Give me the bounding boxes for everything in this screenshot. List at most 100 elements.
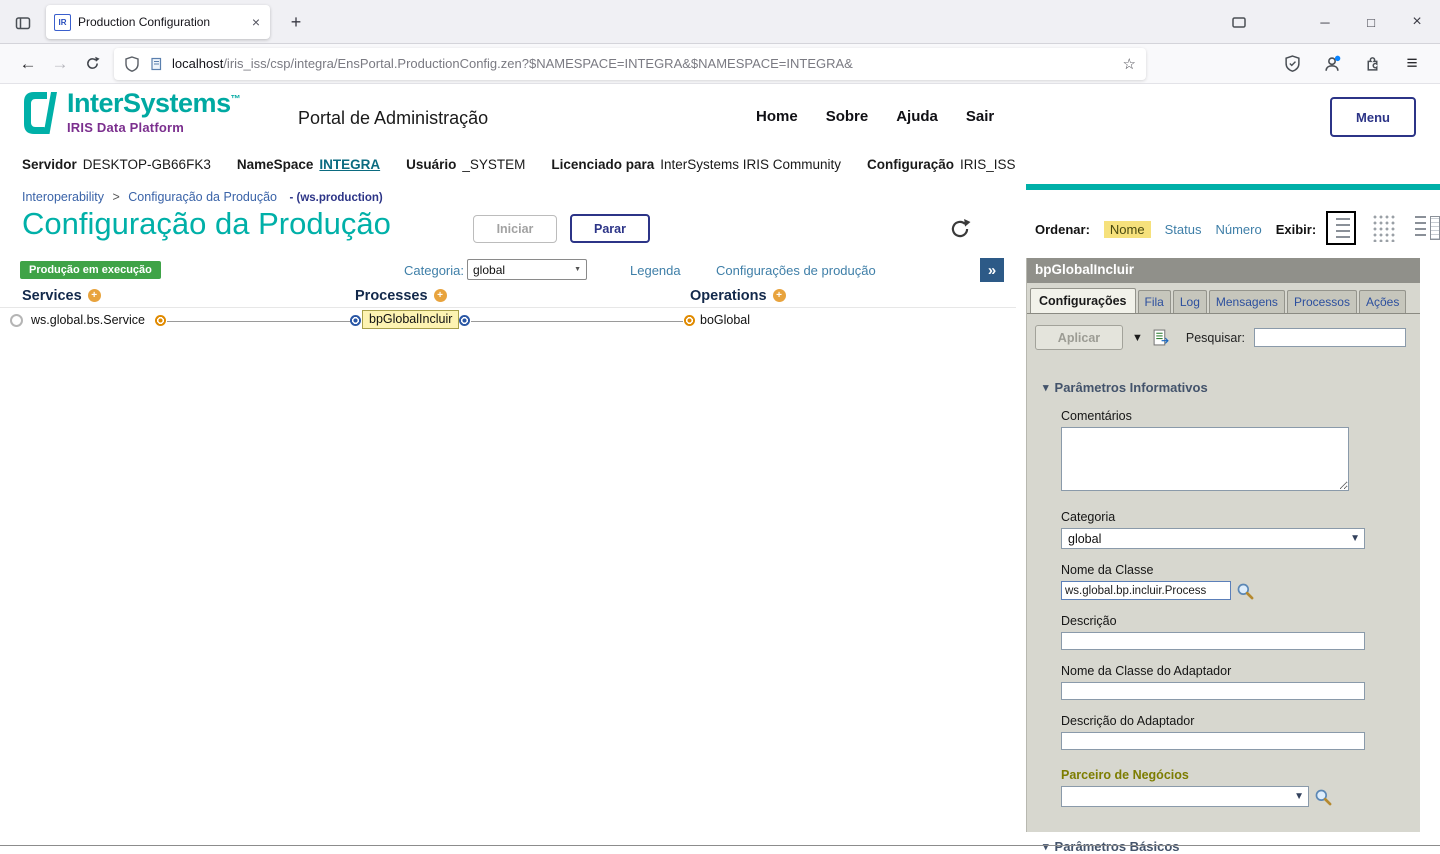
nav-sair[interactable]: Sair	[966, 108, 994, 125]
tab-log[interactable]: Log	[1173, 290, 1207, 313]
bookmark-star-icon[interactable]: ☆	[1123, 55, 1136, 73]
column-header-divider	[0, 307, 1016, 308]
site-info-icon[interactable]	[148, 56, 164, 72]
category-label: Categoria:	[404, 263, 464, 278]
service-connector-dot[interactable]	[155, 315, 166, 326]
view-list-button[interactable]	[1326, 211, 1356, 245]
portal-title: Portal de Administração	[298, 108, 488, 129]
chevron-down-icon: ▼	[574, 266, 581, 273]
category-field-select[interactable]: global ▼	[1061, 528, 1365, 549]
forward-icon[interactable]: →	[44, 48, 76, 80]
view-split-button[interactable]	[1412, 211, 1440, 245]
operation-connector-dot[interactable]	[684, 315, 695, 326]
operation-item-label[interactable]: boGlobal	[700, 313, 750, 327]
panel-tabs: Configurações Fila Log Mensagens Process…	[1027, 283, 1420, 314]
informative-fields: Comentários Categoria global ▼ Nome da C…	[1035, 409, 1412, 807]
maximize-icon[interactable]: □	[1348, 0, 1394, 44]
shield-icon[interactable]	[124, 56, 140, 72]
sort-area: Ordenar: Nome Status Número Exibir:	[1035, 221, 1316, 238]
tab-close-icon[interactable]: ×	[250, 14, 262, 30]
process-input-dot[interactable]	[350, 315, 361, 326]
adapter-class-input[interactable]	[1061, 682, 1365, 700]
export-icon[interactable]	[1152, 329, 1169, 346]
service-radio[interactable]	[10, 314, 23, 327]
tab-configuracoes[interactable]: Configurações	[1030, 288, 1136, 313]
processes-add-icon[interactable]: +	[434, 289, 447, 302]
nav-home[interactable]: Home	[756, 108, 798, 125]
panel-body: Aplicar ▼ Pesquisar: ▾ Parâmetros Inform…	[1027, 314, 1420, 854]
chevron-down-icon: ▼	[1294, 791, 1304, 802]
production-settings-link[interactable]: Configurações de produção	[716, 263, 876, 278]
actions-caret-icon[interactable]: ▼	[1132, 332, 1143, 344]
tab-mensagens[interactable]: Mensagens	[1209, 290, 1285, 313]
nav-ajuda[interactable]: Ajuda	[896, 108, 938, 125]
process-output-dot[interactable]	[459, 315, 470, 326]
business-partner-select[interactable]: ▼	[1061, 786, 1309, 807]
server-info-row: ServidorDESKTOP-GB66FK3 NameSpaceINTEGRA…	[22, 157, 1016, 172]
sort-option-status[interactable]: Status	[1165, 222, 1202, 237]
namespace-link[interactable]: INTEGRA	[319, 157, 380, 172]
section-informative[interactable]: ▾ Parâmetros Informativos	[1035, 380, 1412, 395]
section-collapse-icon: ▾	[1043, 840, 1049, 853]
reload-icon[interactable]	[76, 48, 108, 80]
breadcrumb-separator: >	[112, 190, 119, 204]
tab-title: Production Configuration	[78, 15, 243, 29]
start-button[interactable]: Iniciar	[473, 215, 557, 243]
portal-nav: Home Sobre Ajuda Sair	[756, 108, 994, 125]
account-icon[interactable]	[1316, 48, 1348, 80]
url-bar[interactable]: localhost/iris_iss/csp/integra/EnsPortal…	[114, 48, 1146, 80]
tab-overview-icon[interactable]	[1216, 0, 1262, 44]
teal-accent-strip	[1026, 184, 1440, 190]
adapter-description-input[interactable]	[1061, 732, 1365, 750]
tab-processos[interactable]: Processos	[1287, 290, 1357, 313]
comments-textarea[interactable]	[1061, 427, 1349, 491]
legend-link[interactable]: Legenda	[630, 263, 681, 278]
sort-option-nome[interactable]: Nome	[1104, 221, 1151, 238]
new-tab-button[interactable]: +	[282, 8, 310, 36]
description-input[interactable]	[1061, 632, 1365, 650]
business-partner-search-icon[interactable]	[1314, 788, 1332, 806]
protection-shield-icon[interactable]	[1276, 48, 1308, 80]
license-label: Licenciado para	[551, 157, 654, 172]
tab-acoes[interactable]: Ações	[1359, 290, 1406, 313]
view-grid-button[interactable]	[1369, 211, 1399, 245]
app-menu-icon[interactable]: ≡	[1396, 48, 1428, 80]
business-partner-label: Parceiro de Negócios	[1061, 768, 1412, 782]
process-item-selected[interactable]: bpGlobalIncluir	[362, 310, 459, 329]
extensions-icon[interactable]	[1356, 48, 1388, 80]
intersystems-logo-mark	[22, 90, 58, 136]
breadcrumb-link-production-config[interactable]: Configuração da Produção	[128, 190, 277, 204]
minimize-icon[interactable]: ─	[1302, 0, 1348, 44]
service-item-label[interactable]: ws.global.bs.Service	[31, 313, 145, 327]
search-input[interactable]	[1254, 328, 1406, 347]
server-label: Servidor	[22, 157, 77, 172]
sort-option-numero[interactable]: Número	[1215, 222, 1261, 237]
stop-button[interactable]: Parar	[570, 214, 650, 243]
license-value: InterSystems IRIS Community	[660, 157, 841, 172]
menu-button[interactable]: Menu	[1330, 97, 1416, 137]
adapter-class-label: Nome da Classe do Adaptador	[1061, 664, 1412, 678]
connector-line	[167, 321, 352, 322]
adapter-description-label: Descrição do Adaptador	[1061, 714, 1412, 728]
operations-add-icon[interactable]: +	[773, 289, 786, 302]
connector-line	[471, 321, 683, 322]
intersystems-logo[interactable]: InterSystems™ IRIS Data Platform	[22, 90, 240, 136]
apply-button[interactable]: Aplicar	[1035, 325, 1123, 350]
browser-tab[interactable]: IR Production Configuration ×	[46, 5, 270, 39]
services-add-icon[interactable]: +	[88, 289, 101, 302]
firefox-view-icon[interactable]	[8, 8, 38, 38]
class-search-icon[interactable]	[1236, 582, 1254, 600]
page-bottom-divider	[0, 845, 1440, 846]
category-select[interactable]: global ▼	[467, 259, 587, 280]
chevron-down-icon: ▼	[1350, 533, 1360, 544]
class-name-input[interactable]	[1061, 581, 1231, 600]
expand-panel-button[interactable]: »	[980, 258, 1004, 282]
tab-fila[interactable]: Fila	[1138, 290, 1171, 313]
back-icon[interactable]: ←	[12, 48, 44, 80]
nav-sobre[interactable]: Sobre	[826, 108, 869, 125]
refresh-icon[interactable]	[948, 217, 972, 241]
window-close-icon[interactable]: ×	[1394, 0, 1440, 44]
screen: IR Production Configuration × + ─ □ × ← …	[0, 0, 1440, 852]
window-controls: ─ □ ×	[1216, 0, 1440, 44]
breadcrumb-link-interoperability[interactable]: Interoperability	[22, 190, 104, 204]
